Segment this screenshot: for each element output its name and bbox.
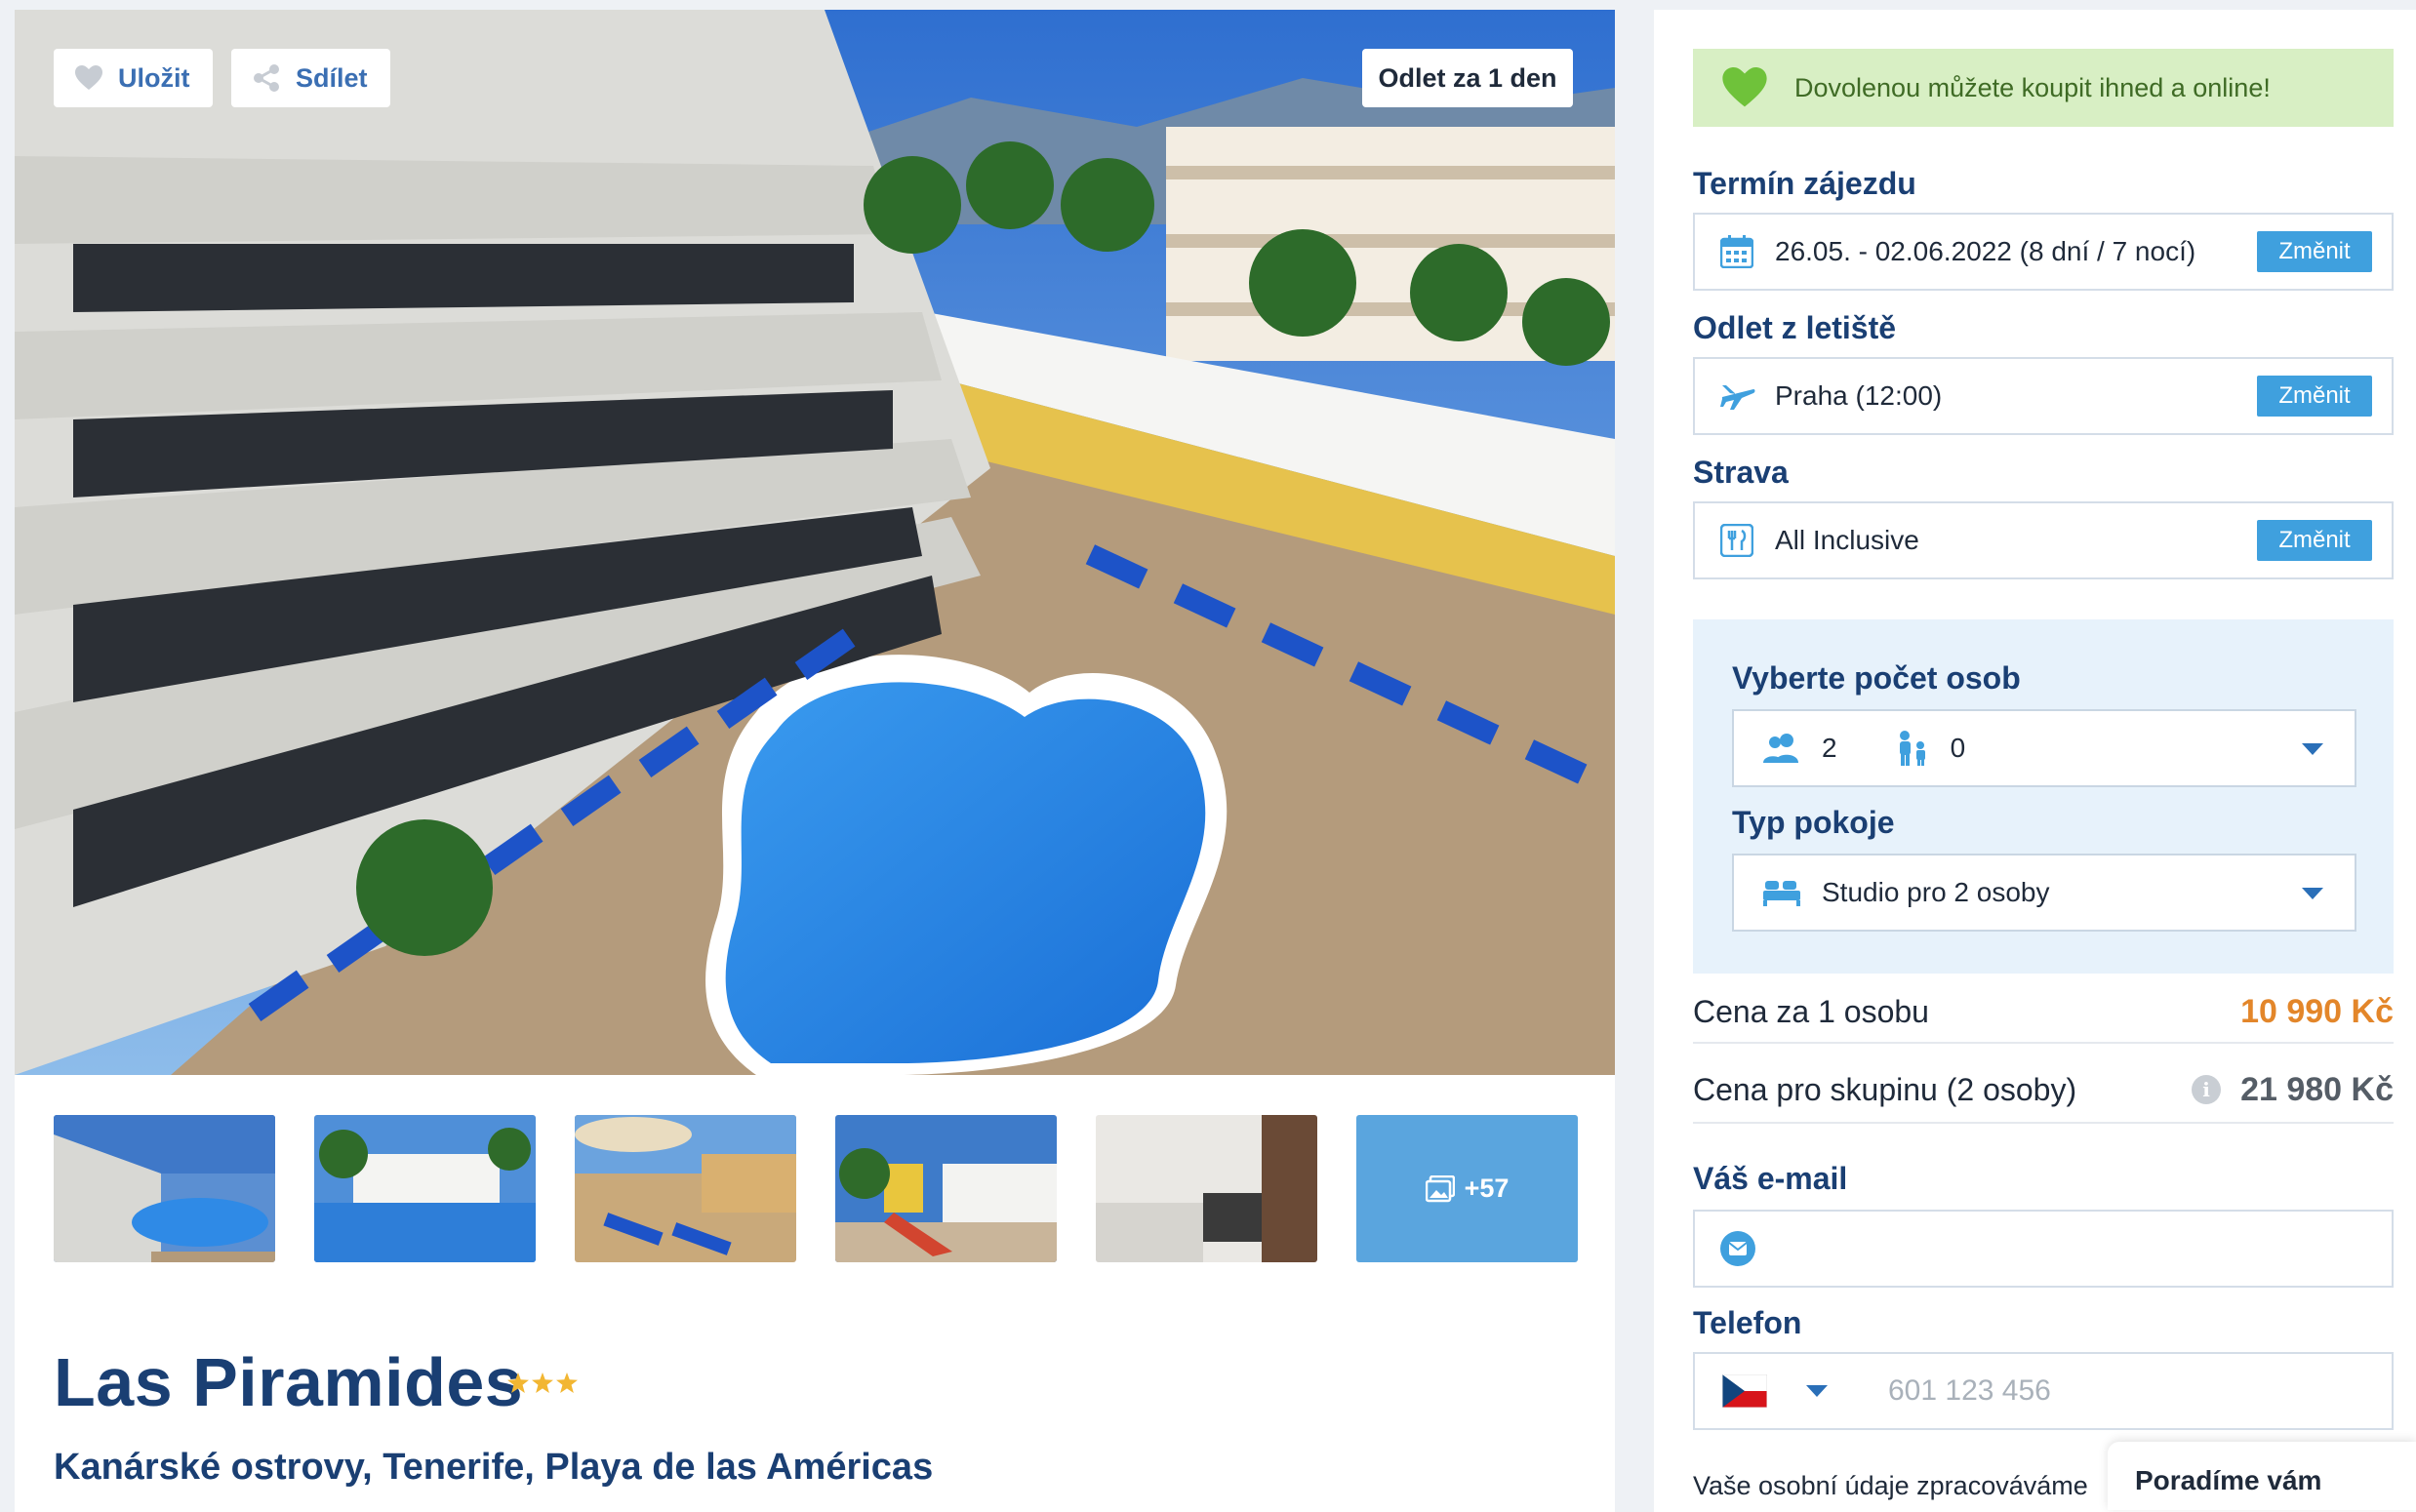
- advise-text: Poradíme vám: [2135, 1465, 2322, 1495]
- share-icon: [254, 64, 279, 92]
- airport-field[interactable]: Praha (12:00) Změnit: [1693, 357, 2394, 435]
- thumbnail-studio-room: [1096, 1115, 1317, 1262]
- term-label: Termín zájezdu: [1693, 166, 1916, 201]
- phone-field[interactable]: 601 123 456: [1693, 1352, 2394, 1430]
- term-field[interactable]: 26.05. - 02.06.2022 (8 dní / 7 nocí) Změ…: [1693, 213, 2394, 291]
- chevron-down-icon: [1806, 1385, 1828, 1397]
- chevron-down-icon: [2302, 888, 2323, 899]
- hotel-stars: [507, 1373, 578, 1393]
- departure-badge-text: Odlet za 1 den: [1378, 62, 1557, 93]
- star-icon: [532, 1373, 553, 1393]
- email-icon: [1720, 1231, 1755, 1266]
- star-icon: [507, 1373, 529, 1393]
- change-airport-button[interactable]: Změnit: [2257, 376, 2372, 417]
- online-purchase-banner: Dovolenou můžete koupit ihned a online!: [1693, 49, 2394, 127]
- children-count: 0: [1950, 733, 1966, 763]
- thumbnail-playground: [835, 1115, 1057, 1262]
- price-group-value: 21 980 Kč: [2240, 1070, 2394, 1108]
- thumbnail-4[interactable]: [835, 1115, 1057, 1262]
- hotel-name: Las Piramides: [54, 1344, 524, 1420]
- room-select[interactable]: Studio pro 2 osoby: [1732, 854, 2356, 932]
- phone-label: Telefon: [1693, 1305, 1802, 1340]
- divider: [1693, 1042, 2394, 1044]
- divider: [1693, 1122, 2394, 1124]
- thumbnail-3[interactable]: [575, 1115, 796, 1262]
- price-per-person-label: Cena za 1 osobu: [1693, 993, 1929, 1029]
- room-value: Studio pro 2 osoby: [1822, 877, 2050, 907]
- hotel-location[interactable]: Kanárské ostrovy, Tenerife, Playa de las…: [54, 1447, 933, 1489]
- meal-value: All Inclusive: [1775, 525, 1919, 555]
- bed-icon: [1763, 881, 1800, 906]
- share-button[interactable]: Sdílet: [231, 49, 390, 107]
- gallery-thumbnails: +57: [54, 1115, 1578, 1262]
- child-icon: [1899, 731, 1925, 766]
- calendar-icon: [1720, 235, 1753, 268]
- star-icon: [556, 1373, 578, 1393]
- change-term-button[interactable]: Změnit: [2257, 231, 2372, 272]
- price-per-person-value: 10 990 Kč: [2240, 992, 2394, 1030]
- room-label: Typ pokoje: [1732, 805, 1895, 840]
- departure-badge: Odlet za 1 den: [1362, 49, 1573, 107]
- save-button[interactable]: Uložit: [54, 49, 213, 107]
- thumbnail-1[interactable]: [54, 1115, 275, 1262]
- meal-icon: [1720, 524, 1753, 557]
- thumbnail-pool-overview: [54, 1115, 275, 1262]
- price-group-row: Cena pro skupinu (2 osoby) i 21 980 Kč: [1693, 1063, 2394, 1116]
- share-label: Sdílet: [296, 62, 368, 93]
- persons-room-section: Vyberte počet osob 2 0 Typ pokoje Studio…: [1693, 619, 2394, 974]
- gallery-more-label: +57: [1464, 1174, 1510, 1203]
- meal-field[interactable]: All Inclusive Změnit: [1693, 501, 2394, 579]
- hero-photo-image: [15, 10, 1615, 1075]
- thumbnail-2[interactable]: [314, 1115, 536, 1262]
- email-field[interactable]: [1693, 1210, 2394, 1288]
- gallery-more-button[interactable]: +57: [1356, 1115, 1578, 1262]
- chevron-down-icon: [2302, 743, 2323, 755]
- meal-label: Strava: [1693, 455, 1789, 490]
- persons-label: Vyberte počet osob: [1732, 660, 2021, 696]
- banner-text: Dovolenou můžete koupit ihned a online!: [1794, 72, 2271, 102]
- adults-count: 2: [1822, 733, 1837, 763]
- czech-flag-icon: [1722, 1374, 1767, 1408]
- price-per-person-row: Cena za 1 osobu 10 990 Kč: [1693, 985, 2394, 1038]
- privacy-text: Vaše osobní údaje zpracováváme: [1693, 1471, 2088, 1500]
- airport-value: Praha (12:00): [1775, 380, 1943, 411]
- persons-select[interactable]: 2 0: [1732, 709, 2356, 787]
- price-group-label: Cena pro skupinu (2 osoby): [1693, 1071, 2077, 1107]
- thumbnail-5[interactable]: [1096, 1115, 1317, 1262]
- heart-icon: [1722, 67, 1767, 107]
- hero-photo[interactable]: Uložit Sdílet Odlet za 1 den: [15, 10, 1615, 1075]
- heart-icon: [75, 65, 102, 90]
- hotel-detail-panel: Uložit Sdílet Odlet za 1 den +57 Las Pir…: [15, 10, 1615, 1512]
- change-meal-button[interactable]: Změnit: [2257, 520, 2372, 561]
- thumbnail-pool-villas: [314, 1115, 536, 1262]
- adults-icon: [1763, 734, 1798, 763]
- booking-panel: Dovolenou můžete koupit ihned a online! …: [1654, 10, 2416, 1512]
- save-label: Uložit: [118, 62, 190, 93]
- gallery-icon: [1425, 1174, 1455, 1202]
- country-code-select[interactable]: [1695, 1374, 1878, 1408]
- thumbnail-poolside-umbrella: [575, 1115, 796, 1262]
- phone-placeholder: 601 123 456: [1888, 1374, 2051, 1407]
- airport-label: Odlet z letiště: [1693, 310, 1897, 345]
- plane-icon: [1720, 385, 1755, 410]
- term-value: 26.05. - 02.06.2022 (8 dní / 7 nocí): [1775, 236, 2196, 266]
- info-icon[interactable]: i: [2192, 1075, 2222, 1104]
- email-label: Váš e-mail: [1693, 1161, 1848, 1196]
